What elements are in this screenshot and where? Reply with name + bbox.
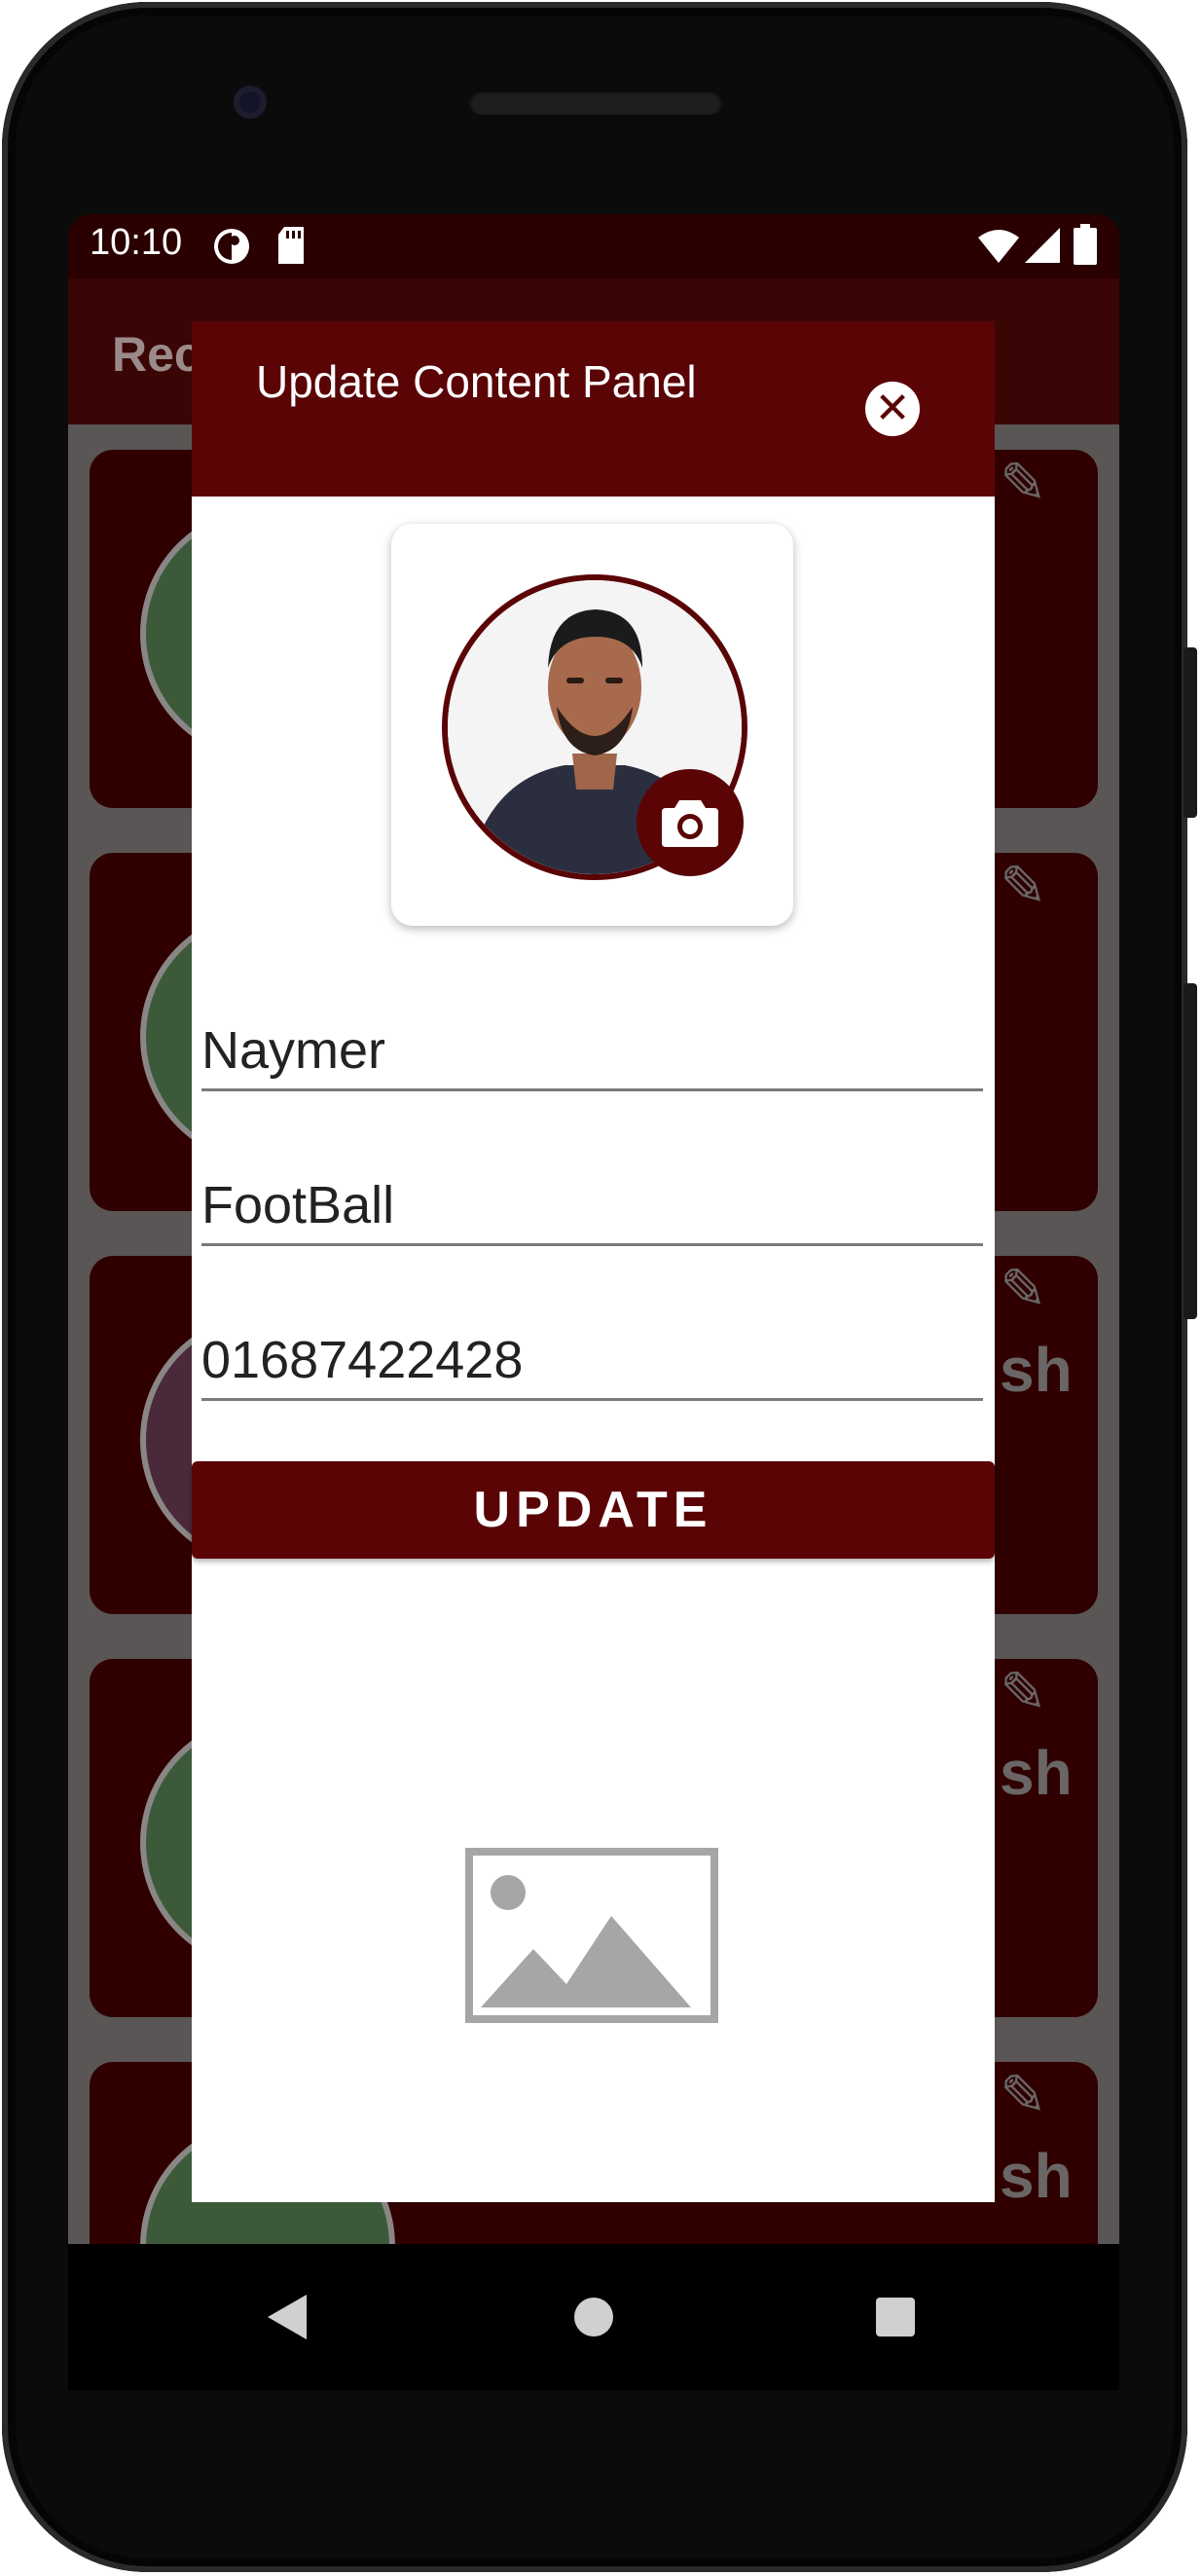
status-bar: 10:10 [68,214,1119,278]
update-button[interactable]: UPDATE [192,1461,995,1559]
image-placeholder-icon [465,1848,718,2023]
recents-square-icon[interactable] [876,2298,915,2337]
home-circle-icon[interactable] [574,2298,613,2337]
category-field-value: FootBall [201,1176,395,1234]
card-name-fragment: sh [1000,1738,1073,1808]
name-field-value: Naymer [201,1021,386,1080]
change-photo-button[interactable] [637,769,744,876]
sd-card-icon [278,227,304,264]
card-name-fragment: sh [1000,2141,1073,2211]
earpiece-speaker [469,90,722,115]
battery-icon [1074,224,1097,265]
edit-pencil-icon[interactable]: ✎ [1000,1256,1047,1322]
edit-pencil-icon[interactable]: ✎ [1000,853,1047,919]
app-title: Rec [112,327,201,382]
volume-button [1184,983,1197,1319]
phone-field[interactable]: 01687422428 [201,1320,983,1401]
name-field[interactable]: Naymer [201,1011,983,1091]
card-name-fragment: sh [1000,1335,1073,1405]
wifi-icon [978,230,1019,263]
back-triangle-icon[interactable] [268,2295,307,2339]
navigation-bar [68,2244,1119,2390]
category-field[interactable]: FootBall [201,1165,983,1246]
close-circle-icon[interactable]: ✕ [865,382,920,436]
edit-pencil-icon[interactable]: ✎ [1000,450,1047,516]
status-time: 10:10 [90,222,183,263]
cellular-signal-icon [1025,228,1060,263]
dialog-title: Update Content Panel [256,356,697,407]
front-camera [234,86,267,119]
notification-app-icon [214,229,249,264]
phone-field-value: 01687422428 [201,1331,524,1389]
camera-icon [662,800,718,847]
power-button [1184,647,1197,818]
edit-pencil-icon[interactable]: ✎ [1000,2062,1047,2128]
edit-pencil-icon[interactable]: ✎ [1000,1659,1047,1725]
